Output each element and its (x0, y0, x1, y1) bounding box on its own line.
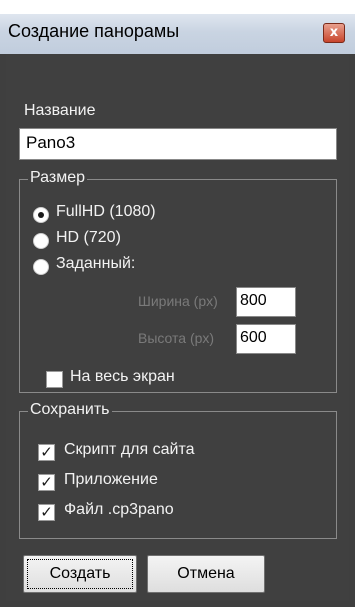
cp3pano-checkbox[interactable]: ✓ (38, 504, 55, 521)
radio-custom[interactable] (33, 259, 49, 275)
cancel-button[interactable]: Отмена (147, 555, 265, 593)
name-label: Название (24, 102, 96, 119)
dialog-body: Название Pano3 Размер FullHD (1080) HD (… (6, 54, 349, 601)
save-group: Сохранить ✓ Скрипт для сайта ✓ Приложени… (19, 401, 337, 539)
radio-custom-label[interactable]: Заданный: (56, 255, 135, 273)
size-group: Размер FullHD (1080) HD (720) Заданный: … (19, 169, 337, 393)
cp3pano-label[interactable]: Файл .cp3pano (64, 501, 174, 519)
save-group-title: Сохранить (28, 401, 112, 419)
radio-fullhd[interactable] (33, 207, 49, 223)
dialog-window: Создание панорамы x Название Pano3 Разме… (0, 14, 355, 607)
window-title: Создание панорамы (8, 21, 180, 41)
name-input[interactable]: Pano3 (19, 128, 337, 160)
height-input[interactable]: 600 (236, 324, 296, 354)
radio-hd-label[interactable]: HD (720) (56, 229, 121, 247)
close-button[interactable]: x (323, 23, 345, 43)
radio-fullhd-label[interactable]: FullHD (1080) (56, 203, 156, 221)
title-bar[interactable]: Создание панорамы x (0, 14, 355, 54)
radio-hd[interactable] (33, 233, 49, 249)
width-label: Ширина (px) (138, 293, 218, 309)
size-group-title: Размер (28, 169, 87, 187)
height-label: Высота (px) (138, 330, 215, 346)
close-icon: x (329, 25, 339, 40)
app-checkbox[interactable]: ✓ (38, 474, 55, 491)
create-button[interactable]: Создать (23, 555, 137, 593)
fullscreen-checkbox[interactable] (46, 371, 63, 388)
width-input[interactable]: 800 (236, 287, 296, 317)
app-label[interactable]: Приложение (64, 471, 158, 489)
fullscreen-label[interactable]: На весь экран (70, 368, 175, 386)
script-checkbox[interactable]: ✓ (38, 444, 55, 461)
script-label[interactable]: Скрипт для сайта (64, 441, 195, 459)
